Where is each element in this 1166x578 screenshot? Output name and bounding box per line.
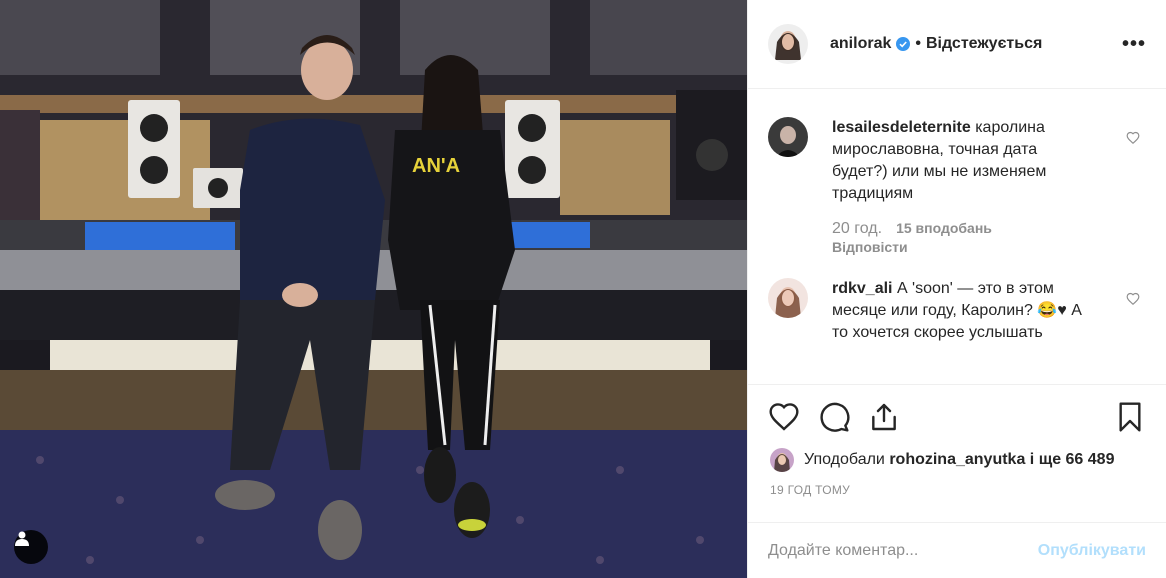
post-photo[interactable]: AN'A <box>0 0 747 578</box>
reply-button[interactable]: Відповісти <box>832 238 1092 256</box>
verified-badge-icon <box>896 37 911 51</box>
comments-list: lesailesdeleternite каролина мирославовн… <box>748 89 1166 385</box>
heart-small-icon[interactable] <box>1126 292 1140 306</box>
comment-item: rdkv_ali А 'soon' — это в этом месяце ил… <box>768 278 1146 344</box>
comment-icon[interactable] <box>818 401 850 433</box>
commenter-avatar[interactable] <box>768 278 808 318</box>
likes-prefix: Уподобали <box>804 451 885 468</box>
comment-input[interactable] <box>768 541 1038 560</box>
comment-likes-count[interactable]: 15 вподобань <box>896 220 992 236</box>
author-username[interactable]: anilorak <box>830 35 891 53</box>
comment-username[interactable]: lesailesdeleternite <box>832 119 971 136</box>
commenter-avatar[interactable] <box>768 117 808 157</box>
post-side-panel: anilorak • Відстежується ••• lesailesdel… <box>747 0 1166 578</box>
comment-age[interactable]: 20 год. <box>832 220 882 237</box>
likes-count[interactable]: і ще 66 489 <box>1030 451 1115 469</box>
heart-icon[interactable] <box>768 401 800 433</box>
studio-photo-illustration: AN'A <box>0 0 747 578</box>
liker-username[interactable]: rohozina_anyutka <box>889 451 1025 469</box>
post-timestamp[interactable]: 19 ГОД ТОМУ <box>748 475 1166 507</box>
share-icon[interactable] <box>868 401 900 433</box>
liker-avatar[interactable] <box>770 448 794 472</box>
follow-status-button[interactable]: Відстежується <box>926 35 1042 53</box>
post-header: anilorak • Відстежується ••• <box>748 0 1166 89</box>
shirt-print-text: AN'A <box>412 155 460 177</box>
publish-button[interactable]: Опублікувати <box>1038 542 1146 560</box>
heart-small-icon[interactable] <box>1126 131 1140 145</box>
instagram-post: AN'A anilorak • Відстежується ••• lesail… <box>0 0 1166 578</box>
more-options-button[interactable]: ••• <box>1122 33 1146 56</box>
bookmark-icon[interactable] <box>1114 401 1146 433</box>
add-comment-bar: Опублікувати <box>748 522 1166 578</box>
comment-username[interactable]: rdkv_ali <box>832 280 892 297</box>
likes-summary: Уподобали rohozina_anyutka і ще 66 489 <box>748 445 1166 475</box>
comment-item: lesailesdeleternite каролина мирославовн… <box>768 117 1146 256</box>
author-avatar[interactable] <box>768 24 808 64</box>
header-separator: • <box>915 35 921 52</box>
post-actions <box>748 389 1166 445</box>
tag-person-icon[interactable] <box>14 530 48 564</box>
